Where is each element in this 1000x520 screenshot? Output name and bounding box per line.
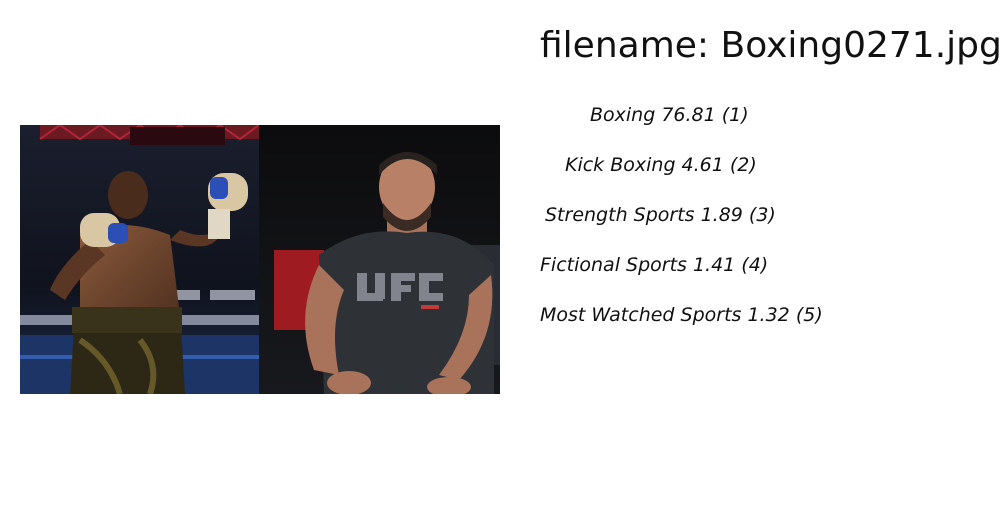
prediction-4: Fictional Sports 1.41 (4) <box>540 254 769 276</box>
prediction-2: Kick Boxing 4.61 (2) <box>565 154 757 176</box>
boxing-photo <box>20 125 500 394</box>
prediction-1: Boxing 76.81 (1) <box>590 104 749 126</box>
boxer-panel <box>20 125 259 394</box>
prediction-3: Strength Sports 1.89 (3) <box>545 204 776 226</box>
fighter-panel <box>259 125 500 394</box>
filename-title: filename: Boxing0271.jpg <box>540 25 1000 66</box>
prediction-5: Most Watched Sports 1.32 (5) <box>540 304 823 326</box>
